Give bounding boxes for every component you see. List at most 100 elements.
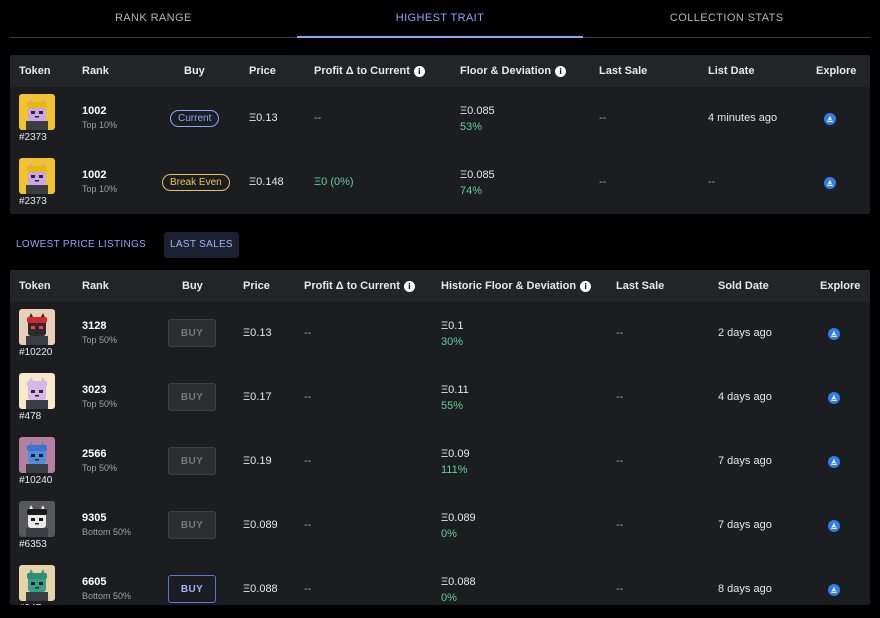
opensea-explore-icon[interactable] (828, 456, 840, 468)
token-id: #10220 (19, 347, 53, 358)
opensea-explore-icon[interactable] (824, 113, 836, 125)
token-id: #2373 (19, 132, 47, 143)
subtab-lowest-price-listings[interactable]: LOWEST PRICE LISTINGS (10, 232, 152, 258)
rank-tier: Top 10% (82, 120, 118, 130)
info-icon[interactable]: i (413, 65, 425, 77)
col-profit-label: Profit Δ to Current (304, 280, 400, 292)
price-value: Ξ0.089 (243, 519, 278, 531)
last-sale-value: -- (599, 112, 607, 124)
floor-cell: Ξ0.09 111% (441, 448, 470, 476)
last-sale-value: -- (616, 327, 624, 339)
floor-value: Ξ0.089 (441, 512, 476, 524)
sold-date-value: 7 days ago (718, 455, 772, 467)
profit-value: Ξ0 (0%) (314, 176, 354, 188)
highest-trait-table: Token Rank Buy Price Profit Δ to Current… (10, 55, 870, 214)
col-floor: Historic Floor & Deviation i (441, 280, 592, 292)
sold-date-value: 2 days ago (718, 327, 772, 339)
token-id: #10240 (19, 475, 53, 486)
floor-cell: Ξ0.088 0% (441, 576, 476, 604)
opensea-explore-icon[interactable] (828, 328, 840, 340)
opensea-explore-icon[interactable] (828, 520, 840, 532)
deviation-value: 53% (460, 121, 483, 133)
info-icon[interactable]: i (403, 280, 415, 292)
rank-tier: Top 50% (82, 463, 118, 473)
floor-value: Ξ0.09 (441, 448, 470, 460)
token-avatar (19, 373, 55, 409)
last-sales-table: Token Rank Buy Price Profit Δ to Current… (10, 270, 870, 605)
price-value: Ξ0.19 (243, 455, 272, 467)
rank-cell: 3023 Top 50% (82, 384, 117, 409)
col-price: Price (249, 65, 276, 77)
rank-number: 6605 (82, 576, 107, 588)
break-even-badge: Break Even (162, 174, 230, 191)
floor-cell: Ξ0.089 0% (441, 512, 476, 540)
profit-value: -- (304, 455, 312, 467)
list-date-value: -- (708, 176, 716, 188)
tab-collection-stats[interactable]: COLLECTION STATS (583, 0, 870, 37)
price-value: Ξ0.13 (249, 112, 278, 124)
table-header: Token Rank Buy Price Profit Δ to Current… (10, 270, 870, 302)
sold-date-value: 4 days ago (718, 391, 772, 403)
deviation-value: 111% (441, 464, 468, 476)
buy-button[interactable]: BUY (168, 383, 216, 411)
token-avatar (19, 437, 55, 473)
last-sale-value: -- (616, 391, 624, 403)
info-icon[interactable]: i (580, 280, 592, 292)
opensea-explore-icon[interactable] (828, 584, 840, 596)
floor-value: Ξ0.11 (441, 384, 469, 396)
floor-value: Ξ0.1 (441, 320, 464, 332)
token-id: #6353 (19, 539, 47, 550)
list-date-value: 4 minutes ago (708, 112, 778, 124)
deviation-value: 55% (441, 400, 464, 412)
token-avatar (19, 501, 55, 537)
col-price: Price (243, 280, 270, 292)
col-floor-label: Floor & Deviation (460, 65, 552, 77)
table-row: #947 6605 Bottom 50% BUY Ξ0.088 -- Ξ0.088 0% -- 8… (10, 558, 870, 605)
col-sold-date: Sold Date (718, 280, 769, 292)
col-last-sale: Last Sale (599, 65, 648, 77)
buy-button[interactable]: BUY (168, 447, 216, 475)
col-buy: Buy (182, 280, 203, 292)
opensea-explore-icon[interactable] (828, 392, 840, 404)
rank-tier: Top 10% (82, 184, 118, 194)
rank-cell: 3128 Top 50% (82, 320, 117, 345)
token-id: #2373 (19, 196, 47, 207)
tab-rank-range[interactable]: RANK RANGE (10, 0, 297, 37)
profit-value: -- (314, 112, 322, 124)
deviation-value: 74% (460, 185, 483, 197)
listing-subtabs: LOWEST PRICE LISTINGS LAST SALES (10, 232, 251, 258)
last-sale-value: -- (616, 519, 624, 531)
deviation-value: 0% (441, 528, 457, 540)
floor-value: Ξ0.085 (460, 169, 495, 181)
tab-highest-trait[interactable]: HIGHEST TRAIT (296, 0, 584, 38)
floor-value: Ξ0.088 (441, 576, 476, 588)
info-icon[interactable]: i (555, 65, 567, 77)
deviation-value: 30% (441, 336, 464, 348)
buy-button[interactable]: BUY (168, 575, 216, 603)
rank-number: 2566 (82, 448, 107, 460)
floor-cell: Ξ0.085 74% (460, 169, 495, 197)
subtab-last-sales[interactable]: LAST SALES (164, 232, 239, 258)
rank-tier: Bottom 50% (82, 527, 132, 537)
col-profit: Profit Δ to Current i (314, 65, 425, 77)
opensea-explore-icon[interactable] (824, 177, 836, 189)
profit-value: -- (304, 583, 312, 595)
buy-button[interactable]: BUY (168, 511, 216, 539)
col-buy: Buy (184, 65, 205, 77)
col-list-date: List Date (708, 65, 755, 77)
deviation-value: 0% (441, 592, 457, 604)
rank-cell: 6605 Bottom 50% (82, 576, 131, 601)
buy-button[interactable]: BUY (168, 319, 216, 347)
col-token: Token (19, 65, 51, 77)
rank-cell: 1002 Top 10% (82, 105, 117, 130)
rank-cell: 2566 Top 50% (82, 448, 117, 473)
price-value: Ξ0.088 (243, 583, 278, 595)
col-token: Token (19, 280, 51, 292)
col-rank: Rank (82, 65, 109, 77)
table-header: Token Rank Buy Price Profit Δ to Current… (10, 55, 870, 87)
table-row: #2373 1002 Top 10% Current Ξ0.13 -- Ξ0.085 53% -… (10, 87, 870, 151)
col-floor-label: Historic Floor & Deviation (441, 280, 577, 292)
floor-cell: Ξ0.085 53% (460, 105, 495, 133)
col-profit-label: Profit Δ to Current (314, 65, 410, 77)
token-id: #947 (19, 603, 41, 605)
